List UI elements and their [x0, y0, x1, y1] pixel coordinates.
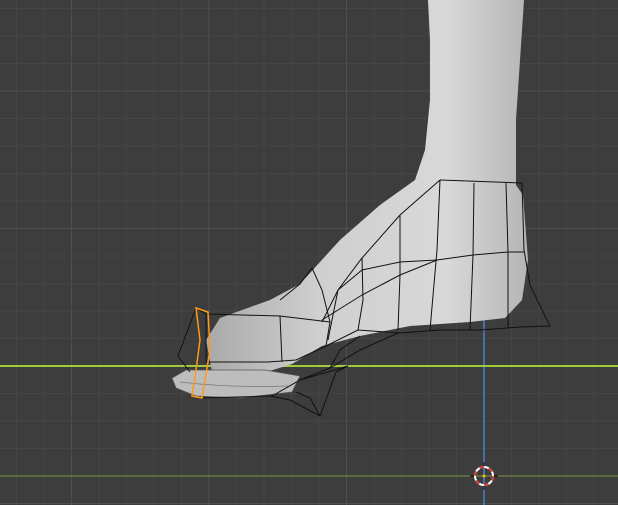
viewport-canvas[interactable]	[0, 0, 618, 505]
3d-viewport[interactable]	[0, 0, 618, 505]
3d-cursor-icon[interactable]	[470, 462, 498, 490]
